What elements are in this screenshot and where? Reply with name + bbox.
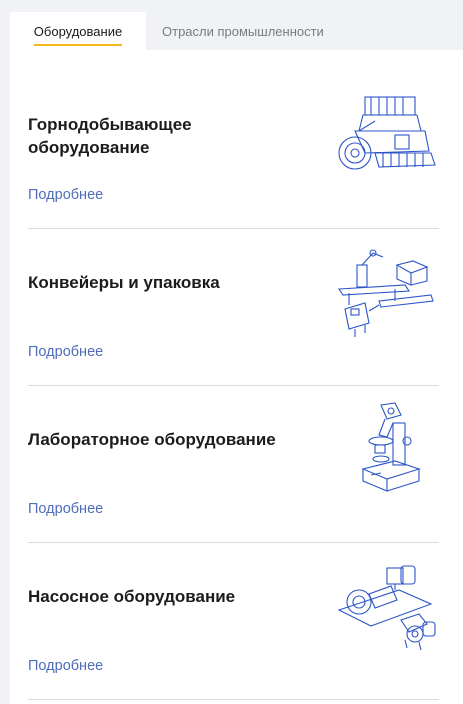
equipment-card-laboratory: Лабораторное оборудование Подробнее bbox=[28, 385, 439, 543]
tab-bar: Оборудование Отрасли промышленности bbox=[10, 12, 463, 50]
tab-equipment[interactable]: Оборудование bbox=[10, 12, 146, 50]
tab-industries[interactable]: Отрасли промышленности bbox=[162, 12, 324, 50]
pump-unit-icon bbox=[335, 560, 439, 656]
equipment-panel: Горнодобывающее оборудование Подробнее К… bbox=[10, 50, 463, 704]
equipment-card-conveyors: Конвейеры и упаковка Подробнее bbox=[28, 228, 439, 386]
equipment-card-pumps: Насосное оборудование Подробнее bbox=[28, 542, 439, 700]
card-more-link[interactable]: Подробнее bbox=[28, 344, 103, 360]
equipment-card-mining: Горнодобывающее оборудование Подробнее bbox=[28, 71, 439, 229]
conveyor-robot-arm-icon bbox=[335, 245, 439, 341]
tab-equipment-label: Оборудование bbox=[33, 23, 123, 46]
card-title: Конвейеры и упаковка bbox=[28, 273, 220, 292]
card-more-link[interactable]: Подробнее bbox=[28, 187, 103, 203]
card-title: Лабораторное оборудование bbox=[28, 430, 276, 449]
microscope-icon bbox=[335, 401, 439, 497]
card-title: Горнодобывающее оборудование bbox=[28, 115, 192, 157]
card-more-link[interactable]: Подробнее bbox=[28, 658, 103, 674]
card-more-link[interactable]: Подробнее bbox=[28, 501, 103, 517]
mining-machine-icon bbox=[335, 91, 439, 187]
card-title: Насосное оборудование bbox=[28, 587, 236, 606]
